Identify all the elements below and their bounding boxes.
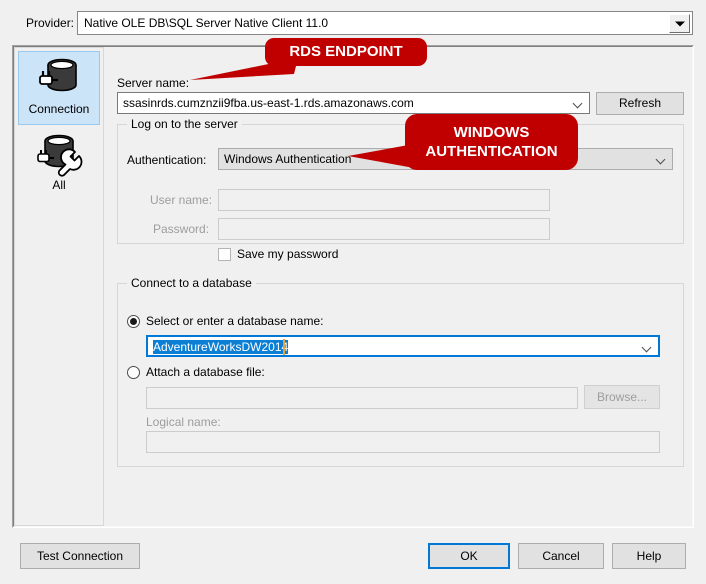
refresh-button[interactable]: Refresh <box>596 92 684 115</box>
sidebar-item-connection-label: Connection <box>28 102 90 116</box>
rds-endpoint-callout-text: RDS ENDPOINT <box>289 43 403 60</box>
authentication-value: Windows Authentication <box>224 152 352 166</box>
server-name-label: Server name: <box>117 76 190 90</box>
attach-database-input[interactable] <box>146 387 578 409</box>
select-database-radio-label: Select or enter a database name: <box>146 314 324 328</box>
provider-dropdown-button[interactable] <box>669 14 690 33</box>
save-password-label: Save my password <box>237 247 339 261</box>
attach-database-radio[interactable] <box>127 366 140 379</box>
attach-database-radio-label: Attach a database file: <box>146 365 265 379</box>
database-group-title: Connect to a database <box>127 276 256 290</box>
database-name-value: AdventureWorksDW2014 <box>153 340 289 354</box>
ok-button[interactable]: OK <box>428 543 510 569</box>
save-password-checkbox[interactable] <box>218 248 231 261</box>
chevron-down-icon <box>643 344 651 352</box>
server-name-value: ssasinrds.cumznzii9fba.us-east-1.rds.ama… <box>123 96 414 110</box>
windows-authentication-callout: WINDOWS AUTHENTICATION <box>405 114 578 170</box>
sidebar-item-connection[interactable]: Connection <box>18 51 100 125</box>
password-input[interactable] <box>218 218 550 240</box>
test-connection-button[interactable]: Test Connection <box>20 543 140 569</box>
logical-name-label: Logical name: <box>146 415 221 429</box>
windows-auth-callout-line1: WINDOWS <box>453 124 530 141</box>
database-name-combobox[interactable]: AdventureWorksDW2014 <box>146 335 660 357</box>
help-button[interactable]: Help <box>612 543 686 569</box>
dialog-button-bar: Test Connection OK Cancel Help <box>0 532 706 584</box>
user-name-input[interactable] <box>218 189 550 211</box>
database-plug-wrench-icon <box>35 132 83 178</box>
database-plug-icon <box>35 56 83 102</box>
rds-endpoint-callout: RDS ENDPOINT <box>265 38 427 66</box>
sidebar-item-all-label: All <box>52 178 66 192</box>
sidebar-item-all[interactable]: All <box>18 128 100 202</box>
provider-combobox[interactable]: Native OLE DB\SQL Server Native Client 1… <box>77 11 693 35</box>
chevron-down-icon <box>574 100 582 108</box>
data-link-properties-dialog: Provider: Native OLE DB\SQL Server Nativ… <box>0 0 706 584</box>
chevron-down-icon <box>657 156 665 164</box>
logical-name-input[interactable] <box>146 431 660 453</box>
select-database-radio[interactable] <box>127 315 140 328</box>
text-caret <box>283 339 285 355</box>
cancel-button[interactable]: Cancel <box>518 543 604 569</box>
provider-value: Native OLE DB\SQL Server Native Client 1… <box>84 16 329 30</box>
password-label: Password: <box>153 222 210 236</box>
user-name-label: User name: <box>150 193 213 207</box>
logon-group-title: Log on to the server <box>127 117 242 131</box>
authentication-label: Authentication: <box>127 153 207 167</box>
sidebar: Connection All <box>14 47 104 526</box>
provider-row: Provider: Native OLE DB\SQL Server Nativ… <box>0 11 706 37</box>
provider-label: Provider: <box>26 16 75 30</box>
browse-button[interactable]: Browse... <box>584 385 660 409</box>
windows-auth-callout-line2: AUTHENTICATION <box>425 143 558 160</box>
triangle-down-icon <box>674 21 685 26</box>
server-name-combobox[interactable]: ssasinrds.cumznzii9fba.us-east-1.rds.ama… <box>117 92 590 114</box>
